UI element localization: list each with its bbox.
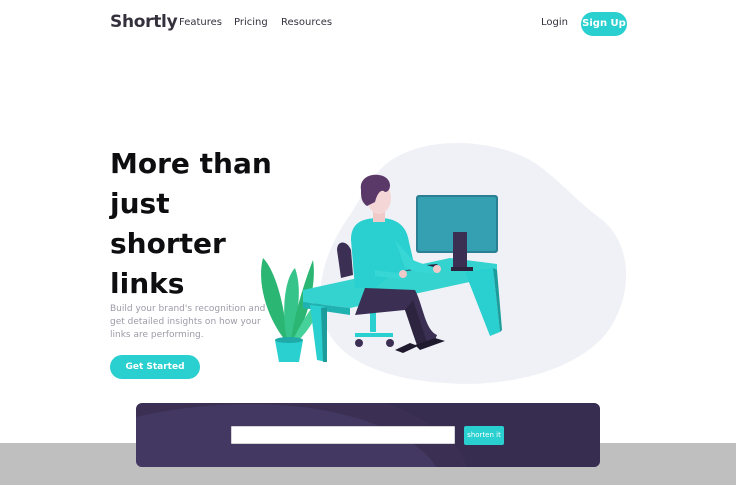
signup-button[interactable]: Sign Up	[581, 12, 627, 36]
nav-link-resources[interactable]: Resources	[281, 17, 332, 28]
person-working-illustration	[261, 142, 627, 384]
brand-logo[interactable]: Shortly	[110, 12, 178, 32]
shorten-url-input[interactable]	[231, 426, 455, 444]
nav-link-features[interactable]: Features	[179, 17, 222, 28]
hero-subtitle: Build your brand's recognition and get d…	[110, 304, 266, 340]
top-navigation: Shortly Features Pricing Resources Login…	[0, 0, 736, 48]
login-link[interactable]: Login	[541, 17, 568, 28]
shorten-link-panel: shorten it	[136, 403, 600, 467]
shorten-it-button[interactable]: shorten it	[464, 426, 504, 445]
get-started-button[interactable]: Get Started	[110, 355, 200, 379]
nav-link-pricing[interactable]: Pricing	[234, 17, 268, 28]
